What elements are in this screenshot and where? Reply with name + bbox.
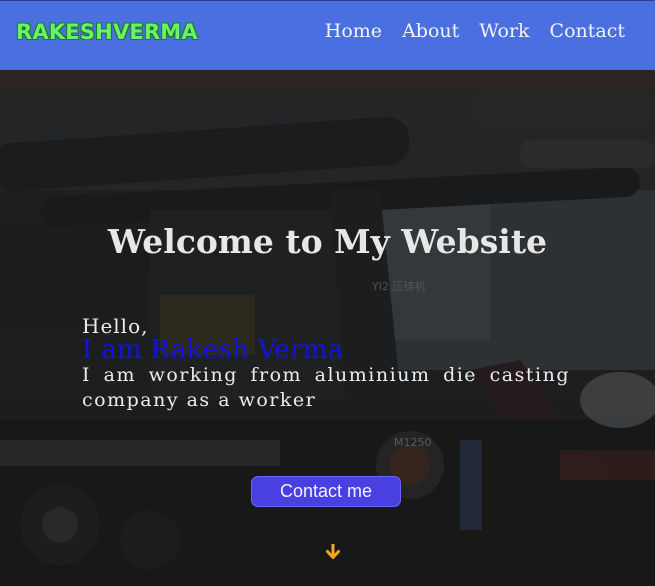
hero-section: YI2 压铸机 M1250 Welcome to My Website Hell… <box>0 70 655 586</box>
name-heading: I am Rakesh Verma <box>82 335 344 365</box>
greeting-text: Hello, <box>82 314 149 338</box>
nav-link-contact[interactable]: Contact <box>550 20 625 42</box>
intro-block: Hello, I am Rakesh Verma I am working fr… <box>82 315 570 413</box>
nav-link-work[interactable]: Work <box>479 20 529 42</box>
arrow-down-icon[interactable] <box>325 544 341 560</box>
hero-title: Welcome to My Website <box>107 222 548 261</box>
contact-me-button[interactable]: Contact me <box>251 476 401 507</box>
description-text: I am working from aluminium die casting … <box>82 364 570 411</box>
nav-link-home[interactable]: Home <box>325 20 382 42</box>
navbar: RAKESHVERMA Home About Work Contact <box>0 0 655 70</box>
nav-link-about[interactable]: About <box>402 20 459 42</box>
site-logo[interactable]: RAKESHVERMA <box>16 20 198 44</box>
nav-menu: Home About Work Contact <box>325 20 625 42</box>
